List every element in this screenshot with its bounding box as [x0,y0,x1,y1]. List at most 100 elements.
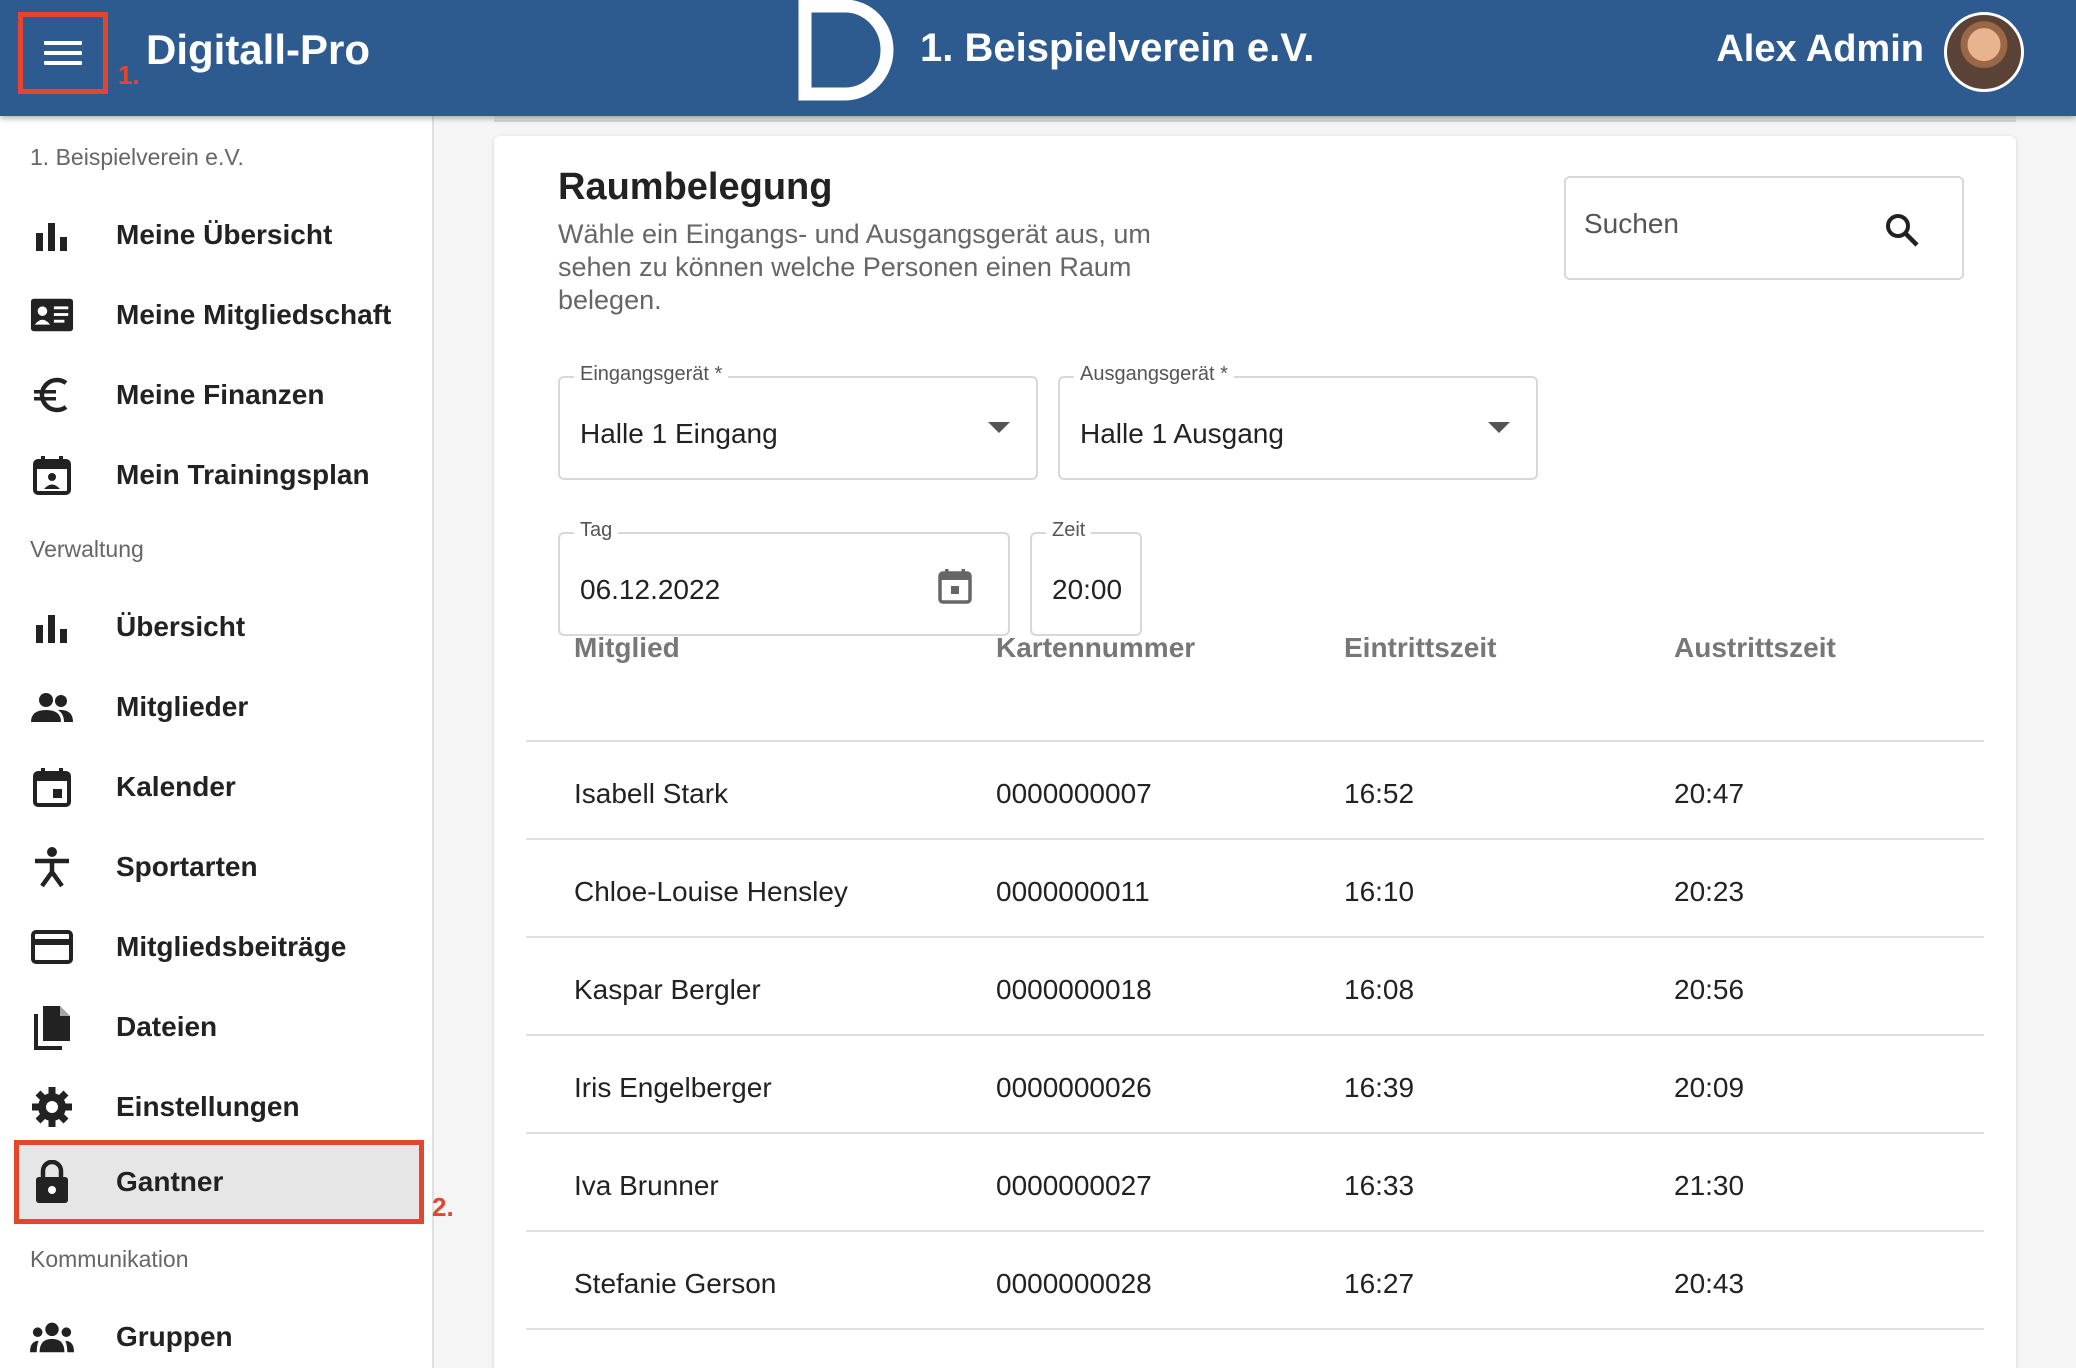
bar-chart-icon [30,605,74,649]
room-occupancy-card: Raumbelegung Wähle ein Eingangs- und Aus… [494,136,2016,1368]
groups-icon [30,1315,74,1359]
table-cell-exit: 21:30 [1674,1170,1745,1201]
exit-device-label: Ausgangsgerät * [1074,363,1234,386]
sidebar-item-dateien[interactable]: Dateien [14,988,422,1066]
gear-icon [30,1085,74,1129]
sidebar-item-label: Sportarten [116,851,258,882]
sidebar-item-mein-trainingsplan[interactable]: Mein Trainingsplan [14,436,422,514]
card-top-edge [494,116,2016,122]
table-cell-member: Iris Engelberger [574,1072,772,1103]
table-cell-entry: 16:27 [1344,1268,1415,1299]
column-header-kartennummer[interactable]: Kartennummer [996,632,1195,664]
exit-device-value: Halle 1 Ausgang [1080,418,1284,449]
sidebar-item-label: Dateien [116,1011,218,1042]
day-field[interactable]: Tag 06.12.2022 [558,519,1010,636]
table-cell-entry: 16:10 [1344,876,1415,907]
table-cell-entry: 16:39 [1344,1072,1415,1103]
sidebar-item-meine-uebersicht[interactable]: Meine Übersicht [14,196,422,274]
menu-button[interactable] [18,12,108,94]
table-divider [526,936,1984,938]
files-icon [30,1005,74,1050]
calendar-person-icon [30,453,74,497]
sidebar-item-label: Meine Übersicht [116,219,333,250]
sidebar-item-label: Kalender [116,771,236,802]
table-cell-exit: 20:09 [1674,1072,1745,1103]
column-header-austrittszeit[interactable]: Austrittszeit [1674,632,1836,664]
euro-icon [30,373,74,417]
sidebar-item-gantner[interactable]: Gantner [14,1140,424,1224]
annotation-1: 1. [118,60,140,90]
avatar[interactable] [1944,12,2024,92]
table-cell-card: 0000000027 [996,1170,1152,1201]
sidebar-item-label: Meine Finanzen [116,379,325,410]
table-divider [526,1132,1984,1134]
sidebar-item-label: Übersicht [116,611,246,642]
app-header: 1. Digitall-Pro 1. Beispielverein e.V. A… [0,0,2076,116]
calendar-icon[interactable] [938,568,972,604]
sidebar-item-label: Mitgliedsbeiträge [116,931,347,962]
sidebar: 1. Beispielverein e.V. Meine Übersicht M… [0,116,434,1368]
table-cell-card: 0000000028 [996,1268,1152,1299]
page-title: Raumbelegung [558,166,833,208]
annotation-2: 2. [432,1192,454,1222]
table-cell-exit: 20:23 [1674,876,1745,907]
calendar-icon [30,765,74,809]
column-header-mitglied[interactable]: Mitglied [574,632,680,664]
column-header-eintrittszeit[interactable]: Eintrittszeit [1344,632,1496,664]
chevron-down-icon[interactable] [988,422,1010,433]
user-name[interactable]: Alex Admin [1716,28,1924,71]
time-label: Zeit [1046,519,1092,542]
club-logo-icon [798,0,894,101]
entry-device-select[interactable]: Eingangsgerät * Halle 1 Eingang [558,363,1038,480]
sidebar-item-kalender[interactable]: Kalender [14,748,422,826]
sidebar-club-label: 1. Beispielverein e.V. [30,144,244,170]
time-field[interactable]: Zeit 20:00 [1030,519,1142,636]
people-icon [30,685,74,729]
table-divider [526,838,1984,840]
table-cell-member: Chloe-Louise Hensley [574,876,848,907]
sidebar-admin-label: Verwaltung [30,536,144,562]
time-value: 20:00 [1052,574,1123,605]
entry-device-value: Halle 1 Eingang [580,418,778,449]
sidebar-item-label: Einstellungen [116,1091,300,1122]
brand-title[interactable]: Digitall-Pro [146,26,370,74]
sidebar-item-mitgliedsbeitraege[interactable]: Mitgliedsbeiträge [14,908,422,986]
sidebar-item-uebersicht[interactable]: Übersicht [14,588,422,666]
table-cell-entry: 16:52 [1344,778,1415,809]
table-cell-member: Stefanie Gerson [574,1268,777,1299]
day-label: Tag [574,519,619,542]
table-cell-card: 0000000011 [996,876,1150,907]
bar-chart-icon [30,213,74,257]
sidebar-item-label: Mein Trainingsplan [116,459,370,490]
exit-device-select[interactable]: Ausgangsgerät * Halle 1 Ausgang [1058,363,1538,480]
hamburger-icon [44,35,82,71]
sidebar-item-gruppen[interactable]: Gruppen [14,1298,422,1368]
sidebar-item-label: Gantner [116,1166,224,1197]
chevron-down-icon[interactable] [1488,422,1510,433]
sidebar-item-einstellungen[interactable]: Einstellungen [14,1068,422,1146]
sports-icon [30,845,74,889]
table-cell-member: Kaspar Bergler [574,974,761,1005]
table-cell-card: 0000000007 [996,778,1152,809]
table-cell-member: Iva Brunner [574,1170,719,1201]
day-value: 06.12.2022 [580,574,721,605]
sidebar-item-meine-mitgliedschaft[interactable]: Meine Mitgliedschaft [14,276,422,354]
sidebar-item-meine-finanzen[interactable]: Meine Finanzen [14,356,422,434]
search-box[interactable] [1564,176,1964,280]
table-divider [526,1034,1984,1036]
table-divider [526,740,1984,742]
sidebar-item-mitglieder[interactable]: Mitglieder [14,668,422,746]
sidebar-item-label: Meine Mitgliedschaft [116,299,392,330]
search-icon[interactable] [1884,212,1920,248]
sidebar-item-label: Mitglieder [116,691,249,722]
table-cell-card: 0000000026 [996,1072,1152,1103]
sidebar-comm-label: Kommunikation [30,1246,189,1272]
table-cell-exit: 20:43 [1674,1268,1745,1299]
sidebar-item-sportarten[interactable]: Sportarten [14,828,422,906]
table-cell-exit: 20:47 [1674,778,1745,809]
page-subtitle: Wähle ein Eingangs- und Ausgangsgerät au… [558,219,1151,315]
search-input[interactable] [1584,208,1884,240]
table-cell-member: Isabell Stark [574,778,729,809]
table-divider [526,1230,1984,1232]
table-cell-card: 0000000018 [996,974,1152,1005]
